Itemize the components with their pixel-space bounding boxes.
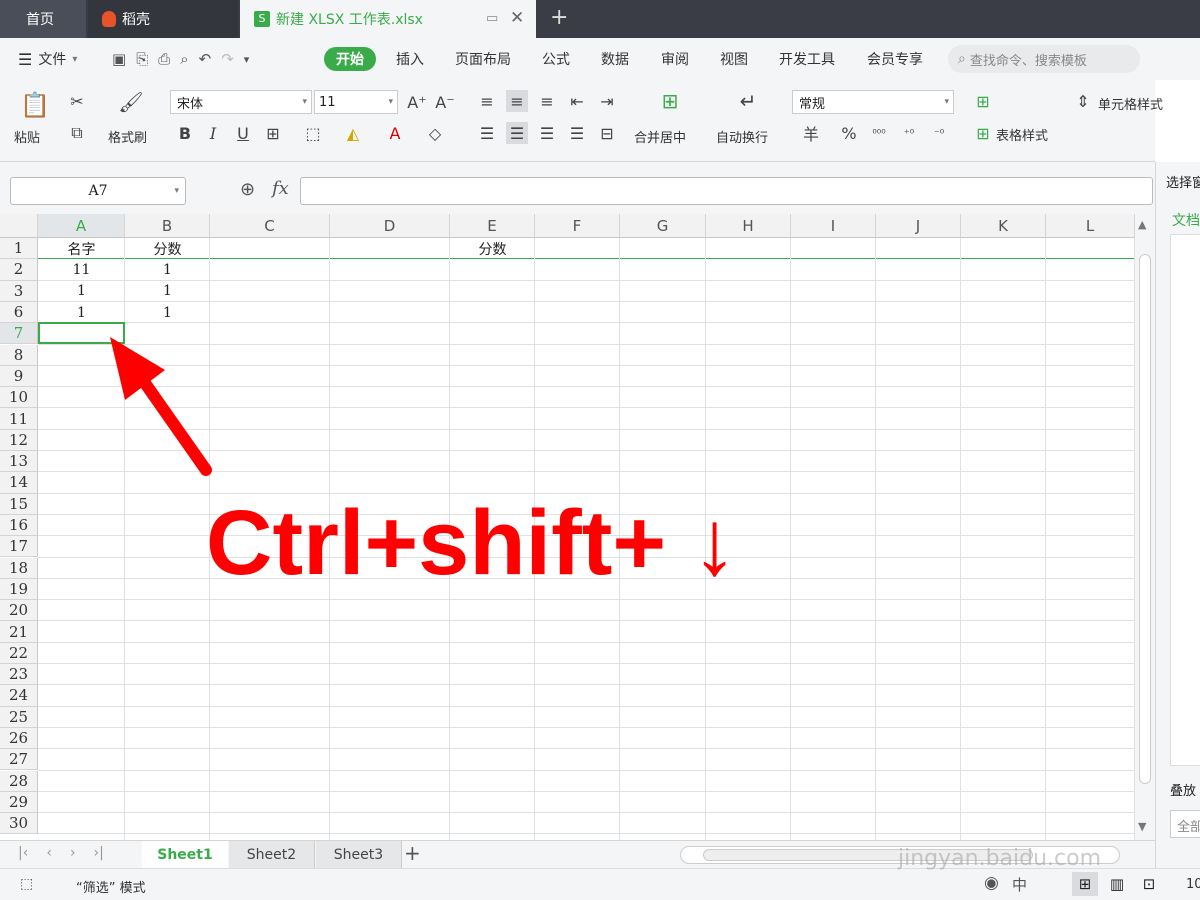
sheet-tab-1[interactable]: Sheet1 [142,841,228,869]
status-bar: ⬚ “筛选” 模式 ◉ 中 ⊞ ▥ ⊡ 10 [0,868,1200,900]
page-layout-view-icon[interactable]: ▥ [1104,872,1130,896]
zoom-level[interactable]: 10 [1186,877,1200,892]
next-sheet-icon[interactable]: › [70,845,76,861]
macro-status-icon[interactable]: ⬚ [20,876,33,892]
sheet-tab-2[interactable]: Sheet2 [229,841,315,869]
scroll-down-icon[interactable]: ▼ [1138,820,1146,833]
shortcut-annotation: Ctrl+shift+ ↓ [206,492,738,594]
prev-sheet-icon[interactable]: ‹ [46,845,52,861]
add-sheet-icon[interactable]: + [404,841,421,865]
filter-mode-status: “筛选” 模式 [76,881,146,896]
annotation-arrow-shaft [134,370,212,476]
side-panel: 选择窗 文档 叠放 全部 [1155,162,1200,868]
side-panel-stack-label: 叠放 [1170,784,1197,799]
last-sheet-icon[interactable]: ›| [94,845,104,861]
side-panel-title: 选择窗 [1166,176,1200,191]
page-break-view-icon[interactable]: ⊡ [1136,872,1162,896]
watermark-text: jingyan.baidu.com [898,846,1102,871]
vertical-scrollbar[interactable]: ▲ ▼ [1135,214,1155,840]
normal-view-icon[interactable]: ⊞ [1072,872,1098,896]
eye-protection-icon[interactable]: ◉ [984,873,999,893]
sheet-tab-3[interactable]: Sheet3 [316,841,402,869]
side-panel-doc-label[interactable]: 文档 [1172,210,1200,230]
vertical-scroll-thumb[interactable] [1139,254,1151,784]
side-panel-list[interactable] [1170,234,1200,766]
annotation-overlay [110,337,212,476]
sheet-nav: |‹ ‹ › ›| [18,845,104,861]
side-panel-all-select[interactable]: 全部 [1170,810,1200,838]
scroll-up-icon[interactable]: ▲ [1138,218,1146,231]
input-method-icon[interactable]: 中 [1012,874,1027,895]
first-sheet-icon[interactable]: |‹ [18,845,28,861]
